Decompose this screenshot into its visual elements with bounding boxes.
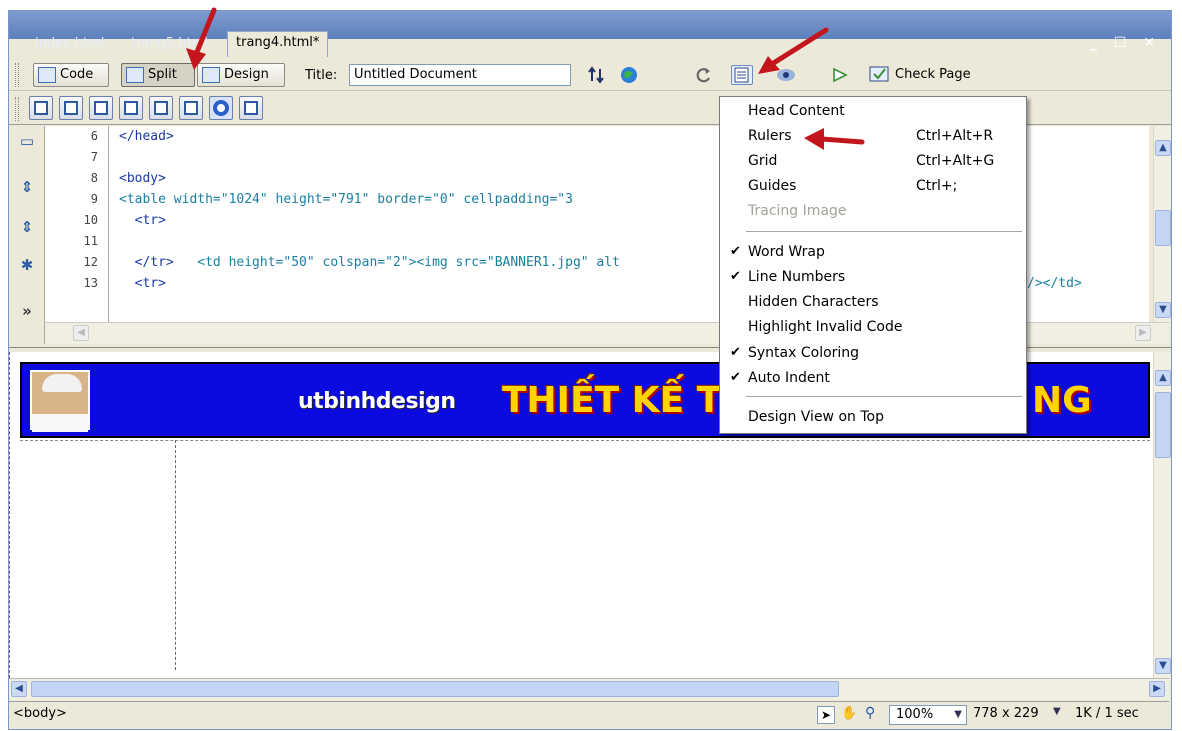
arrow-to-split-icon: [194, 7, 217, 55]
annotation-arrows: [186, 7, 865, 150]
arrow-to-rulers-icon: [819, 136, 865, 145]
arrowhead-icon: [186, 48, 206, 70]
arrow-to-view-options-icon: [769, 27, 829, 67]
arrowhead-icon: [804, 128, 824, 150]
